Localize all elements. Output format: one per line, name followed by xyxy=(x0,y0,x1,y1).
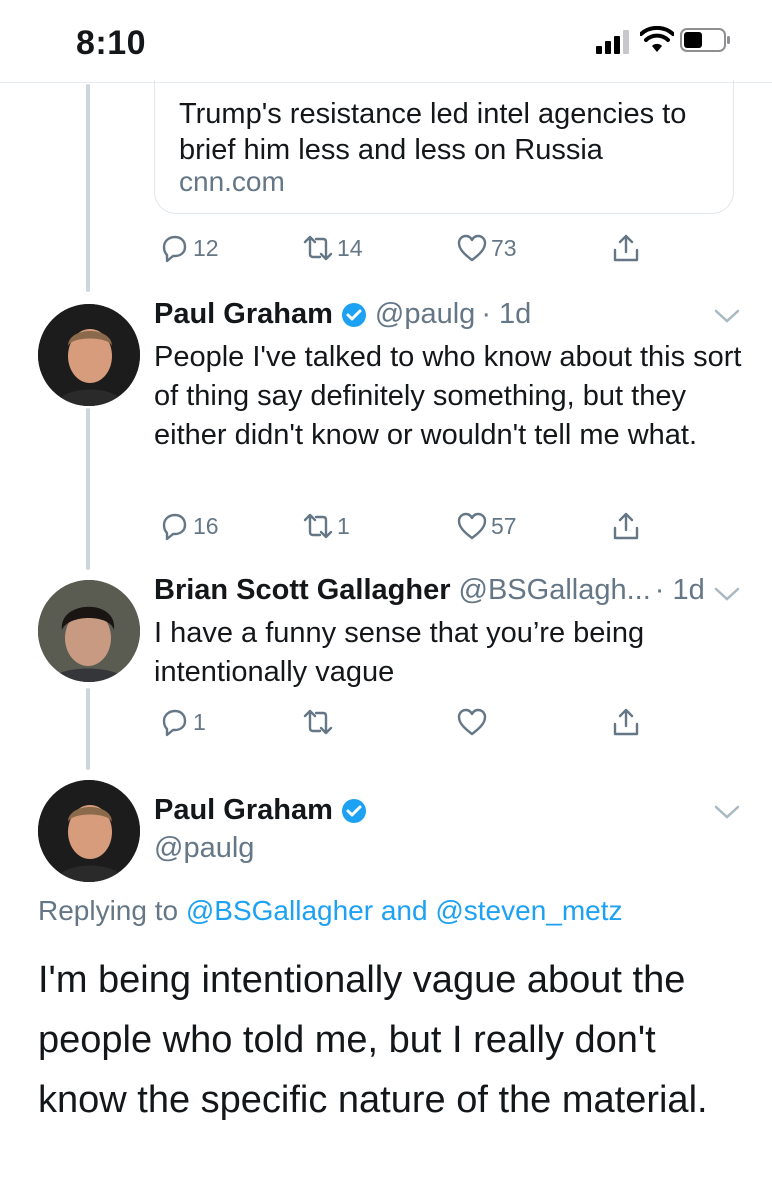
cellular-signal-icon xyxy=(596,30,629,54)
author-name[interactable]: Paul Graham xyxy=(154,298,333,331)
retweet-icon xyxy=(303,513,333,539)
share-icon xyxy=(613,512,639,540)
reply-mention-link[interactable]: @steven_metz xyxy=(435,895,622,926)
reply-and-text[interactable]: and xyxy=(373,895,435,926)
like-icon xyxy=(457,708,487,736)
chevron-down-icon[interactable] xyxy=(712,584,742,604)
avatar[interactable] xyxy=(38,304,140,406)
tweet-actions: 12 14 73 xyxy=(154,228,654,268)
link-card-title: Trump's resistance led intel agencies to… xyxy=(179,98,687,166)
avatar-photo xyxy=(38,580,140,682)
link-card-domain: cnn.com xyxy=(179,166,285,197)
tweet-time: · 1d xyxy=(481,298,532,330)
verified-icon xyxy=(341,798,366,823)
wifi-icon xyxy=(640,26,674,52)
link-preview-card[interactable]: Trump's resistance led intel agencies to… xyxy=(154,80,734,214)
like-button[interactable] xyxy=(456,702,491,742)
share-button[interactable] xyxy=(610,702,642,742)
tweet-text: I have a funny sense that you’re being i… xyxy=(154,617,645,688)
tweet-header: Paul Graham @paulg · 1d xyxy=(154,298,531,331)
avatar[interactable] xyxy=(38,780,140,882)
author-handle[interactable]: @BSGallagh... xyxy=(459,574,651,607)
reply-icon xyxy=(162,235,187,263)
tweet-actions: 1 xyxy=(154,702,654,742)
verified-icon xyxy=(341,302,366,327)
like-count: 57 xyxy=(491,512,517,539)
chevron-down-icon[interactable] xyxy=(712,306,742,326)
avatar[interactable] xyxy=(38,580,140,682)
avatar-photo xyxy=(38,780,140,882)
replying-prefix: Replying to xyxy=(38,895,186,926)
main-tweet-text: I'm being intentionally vague about the … xyxy=(38,959,708,1121)
share-icon xyxy=(613,708,639,736)
tweet-handle-row: @paulg xyxy=(154,832,254,865)
like-button[interactable]: 73 xyxy=(456,228,517,268)
author-name[interactable]: Brian Scott Gallagher xyxy=(154,574,451,607)
like-icon xyxy=(457,512,487,540)
share-button[interactable] xyxy=(610,228,642,268)
reply-button[interactable]: 12 xyxy=(158,228,219,268)
avatar-photo xyxy=(38,304,140,406)
battery-icon xyxy=(680,28,730,52)
like-icon xyxy=(457,234,487,262)
like-count: 73 xyxy=(491,234,517,261)
share-icon xyxy=(613,234,639,262)
status-bar: 8:10 xyxy=(0,0,772,83)
retweet-count: 14 xyxy=(337,234,363,261)
tweet-text: People I've talked to who know about thi… xyxy=(154,341,742,451)
thread-line xyxy=(86,84,90,292)
retweet-button[interactable] xyxy=(302,702,337,742)
tweet-header: Paul Graham xyxy=(154,794,367,827)
share-button[interactable] xyxy=(610,506,642,546)
tweet-actions: 16 1 57 xyxy=(154,506,654,546)
reply-mention-link[interactable]: @BSGallagher xyxy=(186,895,373,926)
replying-to: Replying to @BSGallagher and @steven_met… xyxy=(38,895,623,927)
thread-line xyxy=(86,408,90,570)
reply-button[interactable]: 16 xyxy=(158,506,219,546)
retweet-button[interactable]: 14 xyxy=(302,228,363,268)
retweet-button[interactable]: 1 xyxy=(302,506,350,546)
author-handle[interactable]: @paulg xyxy=(154,832,254,865)
tweet-header: Brian Scott Gallagher @BSGallagh... · 1d xyxy=(154,574,705,607)
reply-icon xyxy=(162,513,187,541)
tweet-time: · 1d xyxy=(654,574,705,606)
reply-count: 12 xyxy=(193,234,219,261)
chevron-down-icon[interactable] xyxy=(712,802,742,822)
author-handle[interactable]: @paulg xyxy=(375,298,475,331)
reply-count: 1 xyxy=(193,708,206,735)
retweet-count: 1 xyxy=(337,512,350,539)
like-button[interactable]: 57 xyxy=(456,506,517,546)
author-name[interactable]: Paul Graham xyxy=(154,794,333,827)
reply-count: 16 xyxy=(193,512,219,539)
status-time: 8:10 xyxy=(76,24,147,62)
reply-button[interactable]: 1 xyxy=(158,702,206,742)
retweet-icon xyxy=(303,235,333,261)
thread-line xyxy=(86,688,90,770)
reply-icon xyxy=(162,709,187,737)
retweet-icon xyxy=(303,709,333,735)
